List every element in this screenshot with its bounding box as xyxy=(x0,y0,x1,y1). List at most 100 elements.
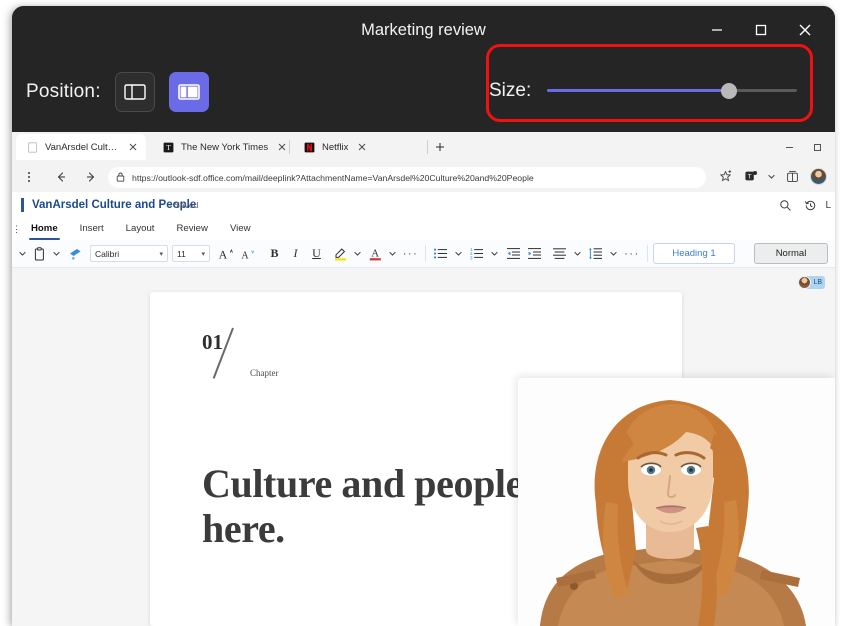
maximize-button[interactable] xyxy=(739,11,783,49)
svg-text:3: 3 xyxy=(470,255,473,260)
ribbon-overflow-left[interactable]: ⋮ xyxy=(12,224,20,235)
word-titlebar: VanArsdel Culture and People - Saved L xyxy=(12,192,835,218)
style-normal-button[interactable]: Normal xyxy=(754,243,828,264)
new-tab-button[interactable] xyxy=(432,139,448,155)
slider-fill xyxy=(547,89,729,92)
font-more-options-button[interactable]: ··· xyxy=(401,242,420,266)
teams-icon[interactable]: T xyxy=(740,165,762,187)
close-icon[interactable] xyxy=(126,140,140,154)
add-favorite-icon[interactable] xyxy=(714,165,736,187)
ribbon-divider xyxy=(425,245,426,262)
paste-icon[interactable] xyxy=(31,242,48,266)
chevron-down-icon[interactable] xyxy=(766,165,777,187)
font-name-combobox[interactable]: Calibri ▾ xyxy=(90,245,168,262)
collections-icon[interactable] xyxy=(781,165,803,187)
highlight-chevron-icon[interactable] xyxy=(349,242,366,266)
increase-indent-icon[interactable] xyxy=(524,242,545,266)
close-button[interactable] xyxy=(783,11,827,49)
tab-review[interactable]: Review xyxy=(165,218,218,240)
shrink-font-icon[interactable]: A xyxy=(237,242,259,266)
profile-avatar[interactable] xyxy=(807,165,829,187)
size-label: Size: xyxy=(489,80,531,102)
bullet-list-icon[interactable] xyxy=(431,242,450,266)
document-heading: Culture and people here. xyxy=(202,462,532,552)
styles-chevron-icon[interactable] xyxy=(834,242,835,266)
tab-label: Netflix xyxy=(322,142,348,153)
browser-tab-vanarsdel[interactable]: VanArsdel Culture and peo... xyxy=(16,134,146,160)
browser-minimize-button[interactable] xyxy=(775,135,803,159)
tab-layout[interactable]: Layout xyxy=(115,218,166,240)
position-control-group: Position: xyxy=(26,72,209,112)
svg-text:A: A xyxy=(219,248,228,262)
italic-button[interactable]: I xyxy=(285,242,306,266)
nyt-icon: T xyxy=(162,141,174,153)
size-slider[interactable] xyxy=(547,76,797,106)
search-icon[interactable] xyxy=(775,195,795,215)
partial-label: L xyxy=(825,200,831,211)
word-title-actions: L xyxy=(775,192,831,218)
bold-button[interactable]: B xyxy=(264,242,285,266)
screenshot-root: Marketing review Position: xyxy=(0,0,847,626)
slider-thumb[interactable] xyxy=(721,83,737,99)
font-size-combobox[interactable]: 11 ▾ xyxy=(172,245,210,262)
word-accent-bar xyxy=(21,198,24,212)
format-painter-icon[interactable] xyxy=(65,242,85,266)
line-spacing-icon[interactable] xyxy=(586,242,605,266)
browser-window-controls xyxy=(775,134,831,160)
document-icon xyxy=(26,141,38,153)
collaborator-presence[interactable]: LB xyxy=(798,276,825,289)
split-left-layout-button[interactable] xyxy=(115,72,155,112)
window-titlebar: Marketing review xyxy=(12,6,835,54)
browser-addressbar: https://outlook-sdf.office.com/mail/deep… xyxy=(12,162,835,192)
ribbon-divider xyxy=(647,245,648,262)
tab-label: The New York Times xyxy=(181,142,268,153)
close-icon[interactable] xyxy=(355,140,369,154)
save-status: - Saved xyxy=(169,192,198,218)
chapter-marker: 01 Chapter xyxy=(202,330,352,388)
tab-divider xyxy=(427,140,428,154)
font-color-icon[interactable]: A xyxy=(366,242,384,266)
tab-view[interactable]: View xyxy=(219,218,262,240)
netflix-icon xyxy=(303,141,315,153)
address-url-text: https://outlook-sdf.office.com/mail/deep… xyxy=(132,173,534,183)
version-history-icon[interactable] xyxy=(800,195,820,215)
vertical-dots-icon[interactable] xyxy=(16,164,42,190)
video-participant-panel[interactable] xyxy=(518,378,835,626)
sidebar-right-layout-button[interactable] xyxy=(169,72,209,112)
align-icon[interactable] xyxy=(549,242,569,266)
grow-font-icon[interactable]: A xyxy=(215,242,237,266)
tab-label: VanArsdel Culture and peo... xyxy=(45,142,119,153)
tab-insert[interactable]: Insert xyxy=(69,218,115,240)
browser-action-icons: T xyxy=(714,165,829,187)
browser-tab-netflix[interactable]: Netflix xyxy=(293,134,426,160)
chapter-number: 01 xyxy=(202,330,223,355)
ribbon-tab-strip: ⋮ Home Insert Layout Review View xyxy=(12,218,835,240)
browser-tab-nyt[interactable]: T The New York Times xyxy=(152,134,297,160)
lock-icon xyxy=(116,169,125,187)
font-color-chevron-icon[interactable] xyxy=(384,242,401,266)
minimize-button[interactable] xyxy=(695,11,739,49)
address-input[interactable]: https://outlook-sdf.office.com/mail/deep… xyxy=(108,167,706,188)
undo-chevron-icon[interactable] xyxy=(14,242,31,266)
bullet-list-chevron-icon[interactable] xyxy=(450,242,467,266)
font-size-value: 11 xyxy=(177,249,186,259)
paste-chevron-icon[interactable] xyxy=(48,242,65,266)
paragraph-more-options-button[interactable]: ··· xyxy=(622,242,642,266)
decrease-indent-icon[interactable] xyxy=(503,242,524,266)
tab-home[interactable]: Home xyxy=(20,218,69,240)
underline-button[interactable]: U xyxy=(306,242,327,266)
line-spacing-chevron-icon[interactable] xyxy=(605,242,622,266)
back-arrow-icon[interactable] xyxy=(48,164,74,190)
font-name-value: Calibri xyxy=(95,249,119,259)
forward-arrow-icon[interactable] xyxy=(78,164,104,190)
position-label: Position: xyxy=(26,81,101,103)
close-icon[interactable] xyxy=(275,140,289,154)
svg-text:A: A xyxy=(371,249,379,260)
highlight-color-icon[interactable] xyxy=(331,242,349,266)
numbered-list-icon[interactable]: 123 xyxy=(467,242,486,266)
browser-maximize-button[interactable] xyxy=(803,135,831,159)
style-heading1-button[interactable]: Heading 1 xyxy=(653,243,735,264)
align-chevron-icon[interactable] xyxy=(569,242,586,266)
numbered-list-chevron-icon[interactable] xyxy=(486,242,503,266)
presentation-controls-toolbar: Position: Size: xyxy=(12,54,835,132)
